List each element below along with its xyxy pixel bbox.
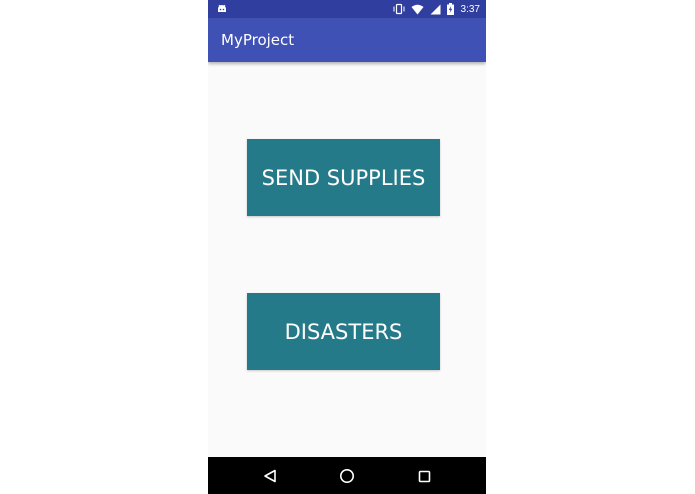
- vibrate-icon: [393, 3, 405, 15]
- navigation-bar: [208, 457, 486, 494]
- recents-icon: [418, 470, 430, 482]
- android-notification-icon: [218, 4, 226, 12]
- disasters-button[interactable]: DISASTERS: [247, 293, 440, 370]
- status-bar: 3:37: [208, 0, 486, 18]
- signal-icon: [430, 4, 441, 14]
- home-icon: [340, 469, 354, 483]
- wifi-icon: [411, 4, 424, 14]
- battery-charging-icon: [446, 3, 454, 15]
- app-title: MyProject: [221, 31, 295, 49]
- back-icon: [264, 469, 276, 483]
- send-supplies-button[interactable]: SEND SUPPLIES: [247, 139, 440, 216]
- main-content: SEND SUPPLIES DISASTERS: [208, 62, 486, 457]
- status-icons: 3:37: [393, 0, 480, 18]
- home-button[interactable]: [337, 466, 357, 486]
- phone-screen: 3:37 MyProject SEND SUPPLIES DISASTERS: [208, 0, 486, 494]
- app-bar: MyProject: [208, 18, 486, 62]
- back-button[interactable]: [260, 466, 280, 486]
- recents-button[interactable]: [414, 466, 434, 486]
- status-clock: 3:37: [460, 3, 480, 15]
